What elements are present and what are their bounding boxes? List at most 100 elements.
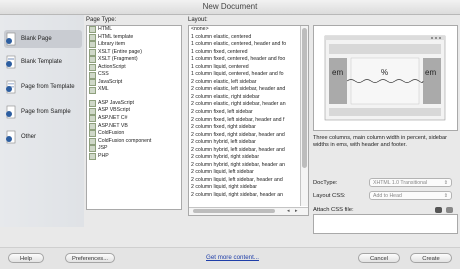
blank-template-icon	[4, 55, 18, 69]
page-type-title: Page Type:	[86, 17, 117, 23]
file-icon	[89, 145, 96, 153]
file-icon	[89, 56, 96, 64]
list-item[interactable]: 2 column hybrid, left sidebar, header an…	[189, 147, 299, 155]
create-button[interactable]: Create	[410, 253, 452, 263]
list-item[interactable]: XSLT (Fragment)	[87, 56, 181, 64]
list-item[interactable]: 1 column fixed, centered, header and foo	[189, 56, 299, 64]
list-item[interactable]: HTML template	[87, 34, 181, 42]
scroll-left-arrow-icon[interactable]: ◂	[287, 208, 290, 214]
file-icon	[89, 137, 96, 145]
list-item[interactable]: 1 column fixed, centered	[189, 49, 299, 57]
list-item[interactable]: ASP.NET VB	[87, 123, 181, 131]
list-item[interactable]: ASP JavaScript	[87, 100, 181, 108]
preferences-button[interactable]: Preferences...	[65, 253, 115, 263]
list-item[interactable]: 2 column elastic, right sidebar, header …	[189, 101, 299, 109]
center-column-label: %	[381, 68, 389, 77]
attach-css-label: Attach CSS file:	[313, 207, 354, 213]
sidebar-item-other[interactable]: Other	[4, 128, 82, 146]
file-icon	[89, 26, 96, 34]
layout-preview: em % em	[313, 25, 458, 131]
file-icon	[89, 115, 96, 123]
right-column-label: em	[425, 68, 437, 77]
remove-attachment-icon[interactable]	[446, 207, 453, 213]
list-item[interactable]: CSS	[87, 71, 181, 79]
list-item[interactable]: 2 column elastic, left sidebar, header a…	[189, 86, 299, 94]
list-item[interactable]: 1 column elastic, centered	[189, 34, 299, 42]
list-item[interactable]: PHP	[87, 153, 181, 161]
layout-list[interactable]: <none> 1 column elastic, centered 1 colu…	[188, 25, 309, 216]
attach-link-icon[interactable]	[435, 207, 442, 213]
category-sidebar: Blank Page Blank Template Page from Temp…	[0, 15, 84, 227]
list-item[interactable]: Library item	[87, 41, 181, 49]
list-item[interactable]: 2 column elastic, right sidebar	[189, 94, 299, 102]
list-item[interactable]: <none>	[189, 26, 299, 34]
list-item[interactable]: 2 column liquid, left sidebar, header an…	[189, 177, 299, 185]
list-item[interactable]: ASP VBScript	[87, 107, 181, 115]
list-item[interactable]: 2 column hybrid, right sidebar, header a…	[189, 162, 299, 170]
list-item[interactable]: ASP.NET C#	[87, 115, 181, 123]
cancel-button[interactable]: Cancel	[358, 253, 400, 263]
list-item[interactable]: JavaScript	[87, 79, 181, 87]
other-icon	[4, 130, 18, 144]
file-icon	[89, 122, 96, 130]
file-icon	[89, 33, 96, 41]
layout-horizontal-scrollbar[interactable]: ◂ ▸	[189, 207, 308, 215]
get-more-content-link[interactable]: Get more content...	[206, 254, 259, 261]
sidebar-item-blank-template[interactable]: Blank Template	[4, 53, 82, 71]
layout-css-label: Layout CSS:	[313, 193, 346, 199]
list-item[interactable]: 2 column liquid, right sidebar	[189, 184, 299, 192]
list-item[interactable]: 1 column liquid, centered	[189, 64, 299, 72]
blank-page-icon	[4, 32, 18, 46]
doctype-select[interactable]: XHTML 1.0 Transitional ⇕	[369, 178, 452, 187]
list-item[interactable]: HTML	[87, 26, 181, 34]
list-item[interactable]: ActionScript	[87, 64, 181, 72]
doctype-label: DocType:	[313, 180, 338, 186]
layout-vertical-scrollbar[interactable]	[300, 26, 308, 206]
file-icon	[89, 48, 96, 56]
list-item[interactable]: JSP	[87, 145, 181, 153]
sidebar-item-page-from-template[interactable]: Page from Template	[4, 78, 82, 96]
list-item[interactable]: 2 column hybrid, left sidebar	[189, 139, 299, 147]
sidebar-item-page-from-sample[interactable]: Page from Sample	[4, 103, 82, 121]
new-document-dialog: New Document Blank Page Blank Template P…	[0, 0, 460, 269]
list-item[interactable]: ColdFusion	[87, 130, 181, 138]
file-icon	[89, 100, 96, 108]
scroll-thumb[interactable]	[302, 28, 307, 168]
list-item[interactable]: 2 column elastic, left sidebar	[189, 79, 299, 87]
sidebar-item-label: Page from Sample	[21, 109, 71, 115]
list-item[interactable]: 2 column fixed, left sidebar	[189, 109, 299, 117]
file-icon	[89, 86, 96, 94]
list-item[interactable]: 2 column fixed, right sidebar, header an…	[189, 132, 299, 140]
list-item[interactable]: 1 column liquid, centered, header and fo	[189, 71, 299, 79]
layout-diagram	[324, 35, 446, 121]
list-item[interactable]: ColdFusion component	[87, 138, 181, 146]
scroll-thumb[interactable]	[193, 209, 275, 213]
layout-items: <none> 1 column elastic, centered 1 colu…	[189, 26, 299, 200]
sidebar-item-label: Blank Page	[21, 36, 52, 42]
layout-css-select[interactable]: Add to Head ⇕	[369, 191, 452, 200]
page-type-list[interactable]: HTML HTML template Library item XSLT (En…	[86, 25, 182, 210]
list-item[interactable]: 2 column fixed, left sidebar, header and…	[189, 117, 299, 125]
file-icon	[89, 79, 96, 87]
list-item[interactable]: 2 column liquid, right sidebar, header a…	[189, 192, 299, 200]
window-title: New Document	[0, 0, 460, 15]
attached-css-list[interactable]	[313, 214, 458, 234]
list-item[interactable]: 2 column liquid, left sidebar	[189, 169, 299, 177]
sidebar-item-blank-page[interactable]: Blank Page	[4, 30, 82, 48]
file-icon	[89, 71, 96, 79]
sidebar-item-label: Other	[21, 134, 37, 140]
list-item[interactable]: 1 column elastic, centered, header and f…	[189, 41, 299, 49]
scroll-right-arrow-icon[interactable]: ▸	[295, 208, 298, 214]
help-button[interactable]: Help	[8, 253, 44, 263]
select-arrows-icon: ⇕	[443, 180, 448, 186]
layout-description: Three columns, main column width in perc…	[313, 135, 448, 148]
select-arrows-icon: ⇕	[443, 193, 448, 199]
list-item[interactable]: 2 column fixed, right sidebar	[189, 124, 299, 132]
list-item[interactable]: XSLT (Entire page)	[87, 49, 181, 57]
layout-title: Layout:	[188, 17, 208, 23]
list-item[interactable]: 2 column hybrid, right sidebar	[189, 154, 299, 162]
file-icon	[89, 153, 96, 161]
file-icon	[89, 107, 96, 115]
list-item[interactable]: XML	[87, 86, 181, 94]
file-icon	[89, 130, 96, 138]
